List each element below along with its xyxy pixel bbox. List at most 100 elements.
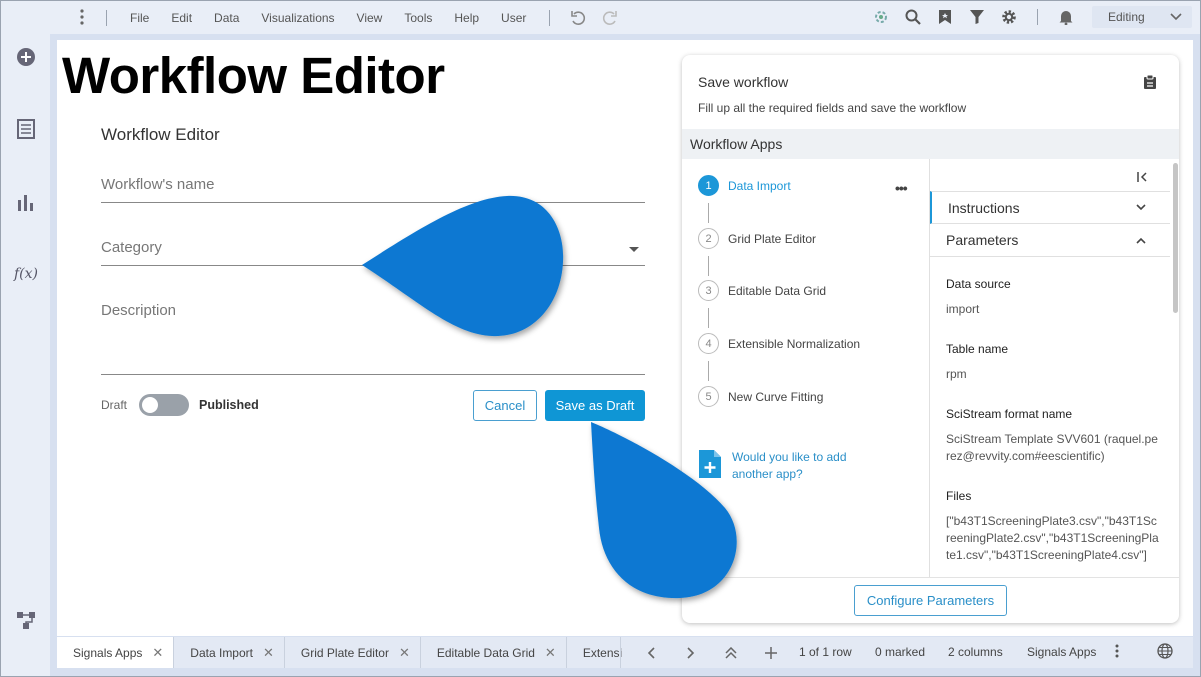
- instructions-accordion[interactable]: Instructions: [930, 191, 1170, 224]
- fx-icon[interactable]: f(x): [13, 261, 39, 287]
- clipboard-icon[interactable]: [1143, 74, 1157, 95]
- menu-file[interactable]: File: [130, 11, 149, 25]
- redo-icon[interactable]: [599, 7, 621, 29]
- close-icon[interactable]: ✕: [399, 645, 410, 661]
- bookmark-icon[interactable]: [934, 6, 956, 28]
- menu-divider: [1037, 9, 1038, 25]
- parameters-accordion[interactable]: Parameters: [930, 224, 1170, 257]
- add-icon[interactable]: [13, 44, 39, 70]
- globe-icon[interactable]: [1157, 643, 1173, 662]
- step-number: 3: [698, 280, 719, 301]
- left-sidebar: f(x): [1, 1, 50, 676]
- undo-icon[interactable]: [567, 7, 589, 29]
- gear-icon[interactable]: [998, 6, 1020, 28]
- main-canvas: Workflow Editor Workflow Editor Workflow…: [57, 40, 1193, 636]
- tab-label: Editable Data Grid: [436, 645, 535, 660]
- bottom-tab-bar: Signals Apps ✕ Data Import ✕ Grid Plate Ed…: [57, 637, 1193, 668]
- menu-help[interactable]: Help: [454, 11, 479, 25]
- close-icon[interactable]: ✕: [152, 645, 163, 661]
- add-tab-icon[interactable]: [751, 646, 791, 659]
- scrollbar-thumb[interactable]: [1173, 163, 1178, 313]
- draft-label: Draft: [101, 398, 128, 412]
- tab-grid-plate-editor[interactable]: Grid Plate Editor ✕: [285, 637, 421, 668]
- mode-label: Editing: [1108, 10, 1145, 24]
- param-item: Table name rpm: [946, 342, 1160, 383]
- param-value: import: [946, 302, 980, 316]
- tab-editable-data-grid[interactable]: Editable Data Grid ✕: [421, 637, 567, 668]
- panel-subtitle: Fill up all the required fields and save…: [698, 101, 967, 115]
- step-item[interactable]: 1 Data Import: [698, 175, 791, 196]
- published-label: Published: [199, 398, 259, 412]
- close-icon[interactable]: ✕: [545, 645, 556, 661]
- plugin-icon[interactable]: [870, 6, 892, 28]
- menu-view[interactable]: View: [357, 11, 383, 25]
- annotation-drop-left: [362, 195, 564, 337]
- app-menu-icon[interactable]: [70, 9, 94, 26]
- menu-tools[interactable]: Tools: [404, 11, 432, 25]
- bar-chart-icon[interactable]: [13, 189, 39, 215]
- cancel-button[interactable]: Cancel: [473, 390, 537, 421]
- param-label: Table name: [946, 342, 1009, 356]
- param-label: Data source: [946, 277, 1011, 291]
- mode-dropdown[interactable]: Editing: [1092, 6, 1192, 28]
- step-label: New Curve Fitting: [728, 389, 824, 404]
- tab-label: Signals Apps: [73, 645, 143, 660]
- chevron-down-icon: [1170, 13, 1182, 21]
- tab-extensible[interactable]: Extensi: [567, 637, 622, 668]
- collapse-pane-icon[interactable]: [1137, 169, 1149, 187]
- param-item: Files ["b43T1ScreeningPlate3.csv","b43T1…: [946, 489, 1160, 564]
- more-options-icon[interactable]: [1115, 644, 1119, 661]
- add-app-text: Would you like to add another app?: [732, 450, 847, 481]
- search-icon[interactable]: [902, 6, 924, 28]
- description-placeholder: Description: [101, 302, 177, 319]
- tab-signals-apps[interactable]: Signals Apps ✕: [57, 637, 175, 668]
- annotation-drop-bottom: [591, 422, 737, 599]
- save-as-draft-button[interactable]: Save as Draft: [545, 390, 645, 421]
- step-item[interactable]: 5 New Curve Fitting: [698, 386, 823, 407]
- chevron-right-icon[interactable]: [671, 646, 711, 659]
- row-count: 1 of 1 row: [799, 645, 852, 659]
- step-item[interactable]: 4 Extensible Normalization: [698, 333, 860, 354]
- menu-divider: [549, 9, 551, 26]
- step-connector: [708, 203, 709, 223]
- param-value: SciStream Template SVV601 (raquel.perez@…: [946, 432, 1158, 463]
- dropdown-caret-icon: [629, 247, 639, 252]
- top-menu-bar: File Edit Data Visualizations View Tools…: [50, 1, 1200, 34]
- panel-footer: Configure Parameters: [682, 577, 1179, 623]
- step-number: 4: [698, 333, 719, 354]
- step-label: Extensible Normalization: [728, 336, 861, 351]
- menu-user[interactable]: User: [501, 11, 526, 25]
- param-value: rpm: [946, 367, 967, 381]
- toggle-knob: [142, 397, 158, 413]
- step-number: 2: [698, 228, 719, 249]
- publish-toggle[interactable]: [139, 394, 189, 416]
- step-connector: [708, 308, 709, 328]
- tab-data-import[interactable]: Data Import ✕: [174, 637, 285, 668]
- more-options-icon[interactable]: •••: [895, 180, 908, 196]
- parameters-label: Parameters: [946, 232, 1019, 248]
- chevron-up-icon: [1136, 237, 1146, 244]
- instructions-label: Instructions: [948, 199, 1020, 216]
- step-label: Grid Plate Editor: [728, 231, 817, 246]
- close-icon[interactable]: ✕: [263, 645, 274, 661]
- menu-data[interactable]: Data: [214, 11, 239, 25]
- bell-icon[interactable]: [1055, 6, 1077, 28]
- chevron-left-icon[interactable]: [631, 646, 671, 659]
- step-item[interactable]: 3 Editable Data Grid: [698, 280, 826, 301]
- data-table-icon[interactable]: [13, 116, 39, 142]
- workflow-icon[interactable]: [13, 607, 39, 633]
- save-workflow-panel: Save workflow Fill up all the required f…: [682, 55, 1179, 623]
- chevron-double-up-icon[interactable]: [711, 646, 751, 659]
- filter-icon[interactable]: [966, 6, 988, 28]
- workflow-name-placeholder: Workflow's name: [101, 176, 215, 193]
- menu-edit[interactable]: Edit: [171, 11, 192, 25]
- configure-parameters-button[interactable]: Configure Parameters: [854, 585, 1007, 616]
- step-item[interactable]: 2 Grid Plate Editor: [698, 228, 816, 249]
- menu-visualizations[interactable]: Visualizations: [261, 11, 334, 25]
- step-connector: [708, 256, 709, 276]
- step-number: 1: [698, 175, 719, 196]
- step-label: Editable Data Grid: [728, 283, 827, 298]
- tab-navigation: [620, 637, 791, 668]
- param-item: Data source import: [946, 277, 1160, 318]
- menu-divider: [106, 9, 107, 26]
